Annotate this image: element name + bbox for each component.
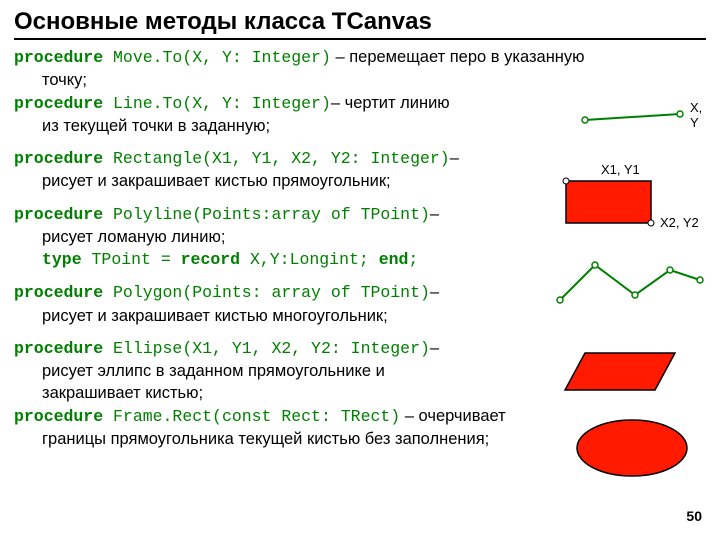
desc-text: – bbox=[430, 283, 439, 301]
code-sig: Ellipse(X1, Y1, X2, Y2: Integer) bbox=[103, 339, 430, 358]
label-xy: X, Y bbox=[690, 100, 702, 130]
desc-text: – очерчивает bbox=[400, 407, 506, 425]
keyword: procedure bbox=[14, 48, 103, 67]
ellipse-illustration bbox=[570, 415, 700, 485]
line-illustration bbox=[580, 110, 700, 130]
polyline-illustration bbox=[555, 255, 710, 310]
keyword: end bbox=[379, 250, 409, 269]
method-moveto: procedure Move.To(X, Y: Integer) – перем… bbox=[14, 46, 706, 92]
page-title: Основные методы класса TCanvas bbox=[14, 8, 706, 40]
keyword: type bbox=[42, 250, 82, 269]
polygon-illustration bbox=[560, 345, 690, 400]
code-sig: Rectangle(X1, Y1, X2, Y2: Integer) bbox=[103, 149, 450, 168]
keyword: procedure bbox=[14, 283, 103, 302]
rectangle-illustration bbox=[560, 175, 660, 230]
keyword: procedure bbox=[14, 149, 103, 168]
code-text: X,Y:Longint; bbox=[240, 250, 379, 269]
keyword: procedure bbox=[14, 94, 103, 113]
slide: Основные методы класса TCanvas procedure… bbox=[0, 0, 720, 540]
desc-text: – перемещает перо в указанную bbox=[331, 48, 585, 66]
code-sig: Line.To(X, Y: Integer) bbox=[103, 94, 331, 113]
code-sig: Polyline(Points:array of TPoint) bbox=[103, 205, 430, 224]
label-x1y1: X1, Y1 bbox=[601, 162, 640, 177]
keyword: procedure bbox=[14, 339, 103, 358]
code-sig: Frame.Rect(const Rect: TRect) bbox=[103, 407, 400, 426]
desc-text: – bbox=[430, 205, 439, 223]
code-sig: Move.To(X, Y: Integer) bbox=[103, 48, 331, 67]
keyword: procedure bbox=[14, 407, 103, 426]
desc-text: – bbox=[430, 339, 439, 357]
label-x2y2: X2, Y2 bbox=[660, 215, 699, 230]
keyword: procedure bbox=[14, 205, 103, 224]
code-sig: Polygon(Points: array of TPoint) bbox=[103, 283, 430, 302]
desc-text: – bbox=[450, 149, 459, 167]
desc-text: – чертит линию bbox=[331, 94, 450, 112]
keyword: record bbox=[181, 250, 240, 269]
page-number: 50 bbox=[686, 508, 702, 524]
code-text: TPoint = bbox=[82, 250, 181, 269]
desc-cont: точку; bbox=[42, 69, 706, 91]
code-text: ; bbox=[408, 250, 418, 269]
